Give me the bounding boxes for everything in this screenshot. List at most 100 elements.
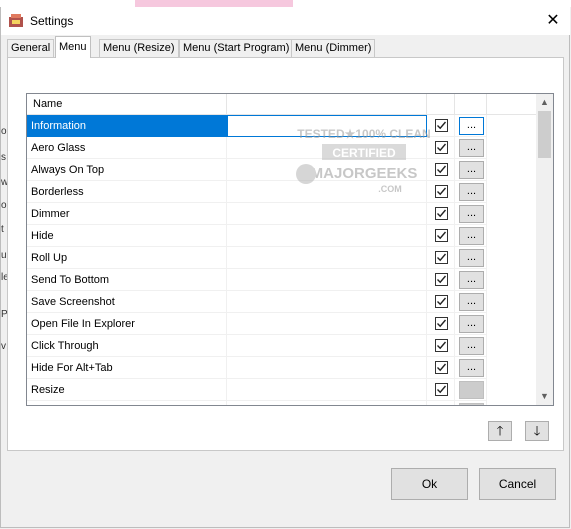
table-row[interactable]: Information...: [27, 115, 537, 137]
row-value-cell[interactable]: [227, 159, 427, 181]
enabled-checkbox[interactable]: [435, 163, 448, 176]
row-value-cell[interactable]: [227, 269, 427, 291]
row-name-cell[interactable]: Save Screenshot: [27, 291, 227, 313]
vertical-scrollbar[interactable]: ▲ ▼: [536, 94, 553, 405]
row-value-cell[interactable]: [227, 181, 427, 203]
row-options-button[interactable]: ...: [459, 403, 484, 405]
scroll-down-icon[interactable]: ▼: [536, 388, 553, 405]
tab-menu-dimmer[interactable]: Menu (Dimmer): [291, 39, 376, 57]
row-value-cell[interactable]: [227, 203, 427, 225]
enabled-checkbox[interactable]: [435, 207, 448, 220]
table-row[interactable]: Resize...: [27, 379, 537, 401]
row-check-cell: [427, 115, 455, 137]
row-button-cell: ...: [455, 203, 487, 225]
enabled-checkbox[interactable]: [435, 405, 448, 406]
column-header-4[interactable]: [455, 94, 487, 114]
row-options-button[interactable]: ...: [459, 227, 484, 245]
column-header-3[interactable]: [427, 94, 455, 114]
column-header-name[interactable]: Name: [27, 94, 227, 114]
row-options-button[interactable]: ...: [459, 139, 484, 157]
row-options-button[interactable]: ...: [459, 359, 484, 377]
arrow-up-icon: 🡑: [496, 423, 504, 438]
row-options-button[interactable]: ...: [459, 271, 484, 289]
table-row[interactable]: Open File In Explorer...: [27, 313, 537, 335]
row-name-cell[interactable]: Always On Top: [27, 159, 227, 181]
scroll-thumb[interactable]: [538, 111, 551, 158]
row-options-button[interactable]: ...: [459, 161, 484, 179]
check-icon: [437, 363, 447, 372]
enabled-checkbox[interactable]: [435, 229, 448, 242]
enabled-checkbox[interactable]: [435, 339, 448, 352]
table-row[interactable]: Aero Glass...: [27, 137, 537, 159]
enabled-checkbox[interactable]: [435, 317, 448, 330]
ok-button[interactable]: Ok: [391, 468, 468, 500]
row-options-button[interactable]: ...: [459, 381, 484, 399]
table-row[interactable]: Roll Up...: [27, 247, 537, 269]
tab-menu[interactable]: Menu: [55, 36, 91, 58]
move-up-button[interactable]: 🡑: [488, 421, 512, 441]
row-name-cell[interactable]: Borderless: [27, 181, 227, 203]
table-row[interactable]: Hide...: [27, 225, 537, 247]
row-value-cell[interactable]: [227, 357, 427, 379]
enabled-checkbox[interactable]: [435, 119, 448, 132]
row-name-cell[interactable]: Dimmer: [27, 203, 227, 225]
table-row[interactable]: Save Screenshot...: [27, 291, 537, 313]
row-value-cell[interactable]: [227, 401, 427, 405]
row-options-button[interactable]: ...: [459, 293, 484, 311]
row-options-button[interactable]: ...: [459, 117, 484, 135]
menu-items-list[interactable]: Name Information... Aero Glass... Always O…: [26, 93, 554, 406]
row-name-cell[interactable]: Information: [27, 115, 227, 137]
close-button[interactable]: ✕: [536, 7, 570, 35]
tab-general[interactable]: General: [7, 39, 55, 57]
table-row[interactable]: Dimmer...: [27, 203, 537, 225]
enabled-checkbox[interactable]: [435, 251, 448, 264]
row-name-cell[interactable]: Open File In Explorer: [27, 313, 227, 335]
tab-menu-resize[interactable]: Menu (Resize): [99, 39, 179, 57]
cancel-button[interactable]: Cancel: [479, 468, 556, 500]
enabled-checkbox[interactable]: [435, 295, 448, 308]
row-value-cell[interactable]: [227, 379, 427, 401]
row-options-button[interactable]: ...: [459, 183, 484, 201]
row-name-cell[interactable]: Send To Bottom: [27, 269, 227, 291]
row-value-cell[interactable]: [227, 115, 427, 137]
row-button-cell: ...: [455, 115, 487, 137]
row-value-cell[interactable]: [227, 225, 427, 247]
scroll-up-icon[interactable]: ▲: [536, 94, 553, 111]
row-name-cell[interactable]: [27, 401, 227, 405]
row-name-cell[interactable]: Click Through: [27, 335, 227, 357]
row-name-cell[interactable]: Roll Up: [27, 247, 227, 269]
enabled-checkbox[interactable]: [435, 383, 448, 396]
row-options-button[interactable]: ...: [459, 249, 484, 267]
row-name-cell[interactable]: Hide: [27, 225, 227, 247]
table-row[interactable]: ...: [27, 401, 537, 406]
tab-menu-start-program[interactable]: Menu (Start Program): [179, 39, 294, 57]
table-row[interactable]: Borderless...: [27, 181, 537, 203]
title-bar[interactable]: Settings ✕: [1, 7, 570, 35]
row-options-button[interactable]: ...: [459, 205, 484, 223]
row-options-button[interactable]: ...: [459, 315, 484, 333]
table-row[interactable]: Hide For Alt+Tab...: [27, 357, 537, 379]
row-name-cell[interactable]: Aero Glass: [27, 137, 227, 159]
tab-panel: Name Information... Aero Glass... Always O…: [7, 57, 564, 451]
row-value-cell[interactable]: [227, 247, 427, 269]
row-options-button[interactable]: ...: [459, 337, 484, 355]
row-check-cell: [427, 137, 455, 159]
row-value-cell[interactable]: [227, 291, 427, 313]
row-value-cell[interactable]: [227, 137, 427, 159]
row-button-cell: ...: [455, 291, 487, 313]
row-name-cell[interactable]: Resize: [27, 379, 227, 401]
row-value-cell[interactable]: [227, 335, 427, 357]
enabled-checkbox[interactable]: [435, 141, 448, 154]
row-check-cell: [427, 181, 455, 203]
table-row[interactable]: Click Through...: [27, 335, 537, 357]
column-header-2[interactable]: [227, 94, 427, 114]
row-name-cell[interactable]: Hide For Alt+Tab: [27, 357, 227, 379]
background-text-fragment: le: [1, 272, 7, 283]
enabled-checkbox[interactable]: [435, 185, 448, 198]
table-row[interactable]: Always On Top...: [27, 159, 537, 181]
row-value-cell[interactable]: [227, 313, 427, 335]
enabled-checkbox[interactable]: [435, 273, 448, 286]
enabled-checkbox[interactable]: [435, 361, 448, 374]
table-row[interactable]: Send To Bottom...: [27, 269, 537, 291]
move-down-button[interactable]: 🡓: [525, 421, 549, 441]
